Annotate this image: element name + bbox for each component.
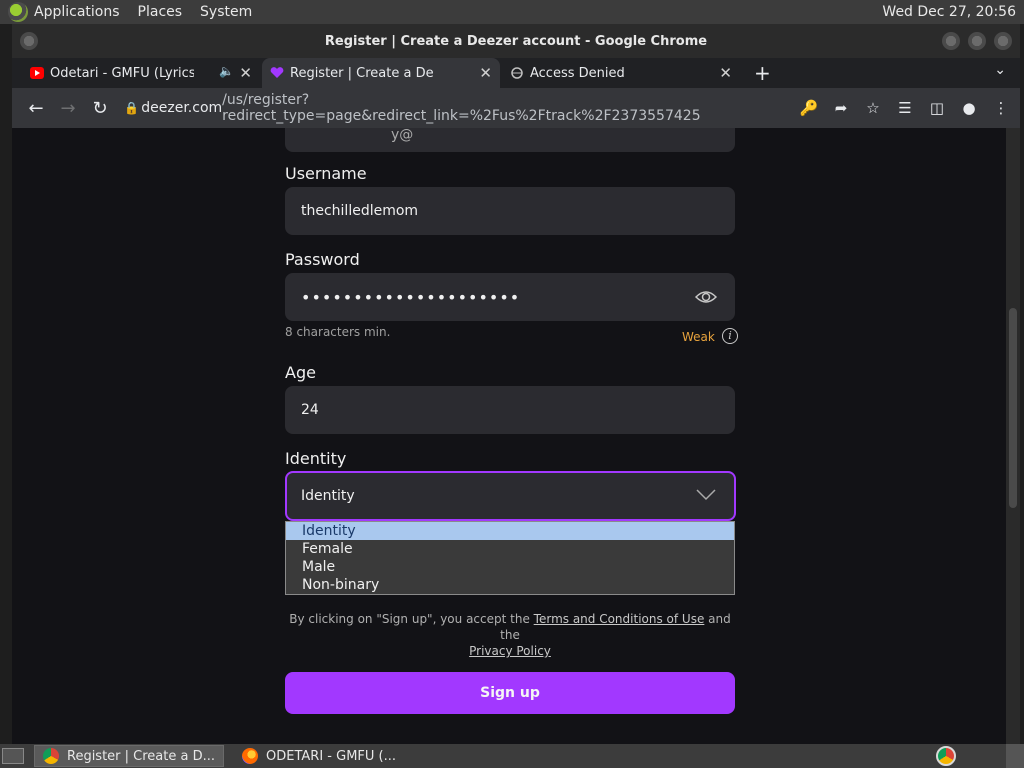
identity-label: Identity: [285, 449, 347, 468]
terms-prefix: By clicking on "Sign up", you accept the: [289, 612, 530, 626]
option-non-binary[interactable]: Non-binary: [286, 576, 734, 594]
eye-icon[interactable]: [695, 287, 717, 307]
age-input[interactable]: 24: [285, 386, 735, 434]
terms-text: By clicking on "Sign up", you accept the…: [285, 611, 735, 659]
url-host: deezer.com: [141, 100, 223, 116]
key-icon[interactable]: 🔑: [796, 92, 822, 124]
identity-select[interactable]: Identity: [285, 471, 736, 521]
tab-title: Access Denied: [530, 65, 625, 81]
password-label: Password: [285, 250, 360, 269]
lock-icon[interactable]: 🔒: [124, 101, 141, 115]
deezer-heart-icon: [270, 67, 284, 78]
age-label: Age: [285, 363, 316, 382]
tab-search-chevron-icon[interactable]: ⌄: [994, 62, 1006, 78]
side-panel-icon[interactable]: ◫: [924, 92, 950, 124]
toolbar: ← → ↻ 🔒 deezer.com/us/register?redirect_…: [12, 88, 1020, 128]
taskbar: Register | Create a D... ODETARI - GMFU …: [0, 744, 1024, 768]
title-bar: Register | Create a Deezer account - Goo…: [12, 24, 1020, 58]
tab-title: Odetari - GMFU (Lyrics) ft: [50, 65, 194, 81]
profile-icon[interactable]: ●: [956, 92, 982, 124]
close-icon[interactable]: ✕: [479, 64, 492, 82]
task-label: Register | Create a D...: [67, 748, 216, 764]
tab-youtube[interactable]: Odetari - GMFU (Lyrics) ft 🔈 ✕: [22, 58, 260, 88]
chrome-icon: [43, 748, 59, 764]
maximize-button[interactable]: [968, 32, 986, 50]
bookmark-star-icon[interactable]: ☆: [860, 92, 886, 124]
minimize-button[interactable]: [942, 32, 960, 50]
new-tab-button[interactable]: +: [754, 61, 771, 85]
address-bar[interactable]: 🔒 deezer.com/us/register?redirect_type=p…: [124, 92, 764, 124]
more-menu-icon[interactable]: ⋮: [988, 92, 1014, 124]
chrome-window: Register | Create a Deezer account - Goo…: [12, 24, 1020, 744]
terms-link[interactable]: Terms and Conditions of Use: [534, 612, 705, 626]
task-firefox[interactable]: ODETARI - GMFU (...: [234, 745, 404, 767]
firefox-icon: [242, 748, 259, 764]
option-female[interactable]: Female: [286, 540, 734, 558]
age-value: 24: [301, 402, 319, 418]
task-label: ODETARI - GMFU (...: [266, 748, 397, 764]
window-menu-icon[interactable]: [20, 32, 38, 50]
password-value: •••••••••••••••••••••: [301, 287, 521, 307]
top-panel: Applications Places System Wed Dec 27, 2…: [0, 0, 1024, 24]
reload-button[interactable]: ↻: [84, 92, 116, 124]
clock[interactable]: Wed Dec 27, 20:56: [882, 4, 1016, 20]
globe-icon: [511, 67, 523, 79]
media-controls-icon[interactable]: ☰: [892, 92, 918, 124]
youtube-icon: [30, 67, 44, 79]
url-path: /us/register?redirect_type=page&redirect…: [222, 92, 701, 124]
tab-strip: Odetari - GMFU (Lyrics) ft 🔈 ✕ Register …: [12, 58, 1020, 88]
menu-places[interactable]: Places: [138, 4, 183, 20]
username-label: Username: [285, 164, 367, 183]
speaker-icon[interactable]: 🔈: [219, 64, 234, 78]
close-window-button[interactable]: [994, 32, 1012, 50]
password-input[interactable]: •••••••••••••••••••••: [285, 273, 735, 321]
chevron-down-icon: [696, 489, 716, 501]
menu-applications[interactable]: Applications: [34, 4, 120, 20]
task-chrome[interactable]: Register | Create a D...: [34, 745, 225, 767]
back-button[interactable]: ←: [20, 92, 52, 124]
email-input[interactable]: y@: [285, 128, 735, 152]
tray-chrome-icon[interactable]: [936, 746, 956, 766]
distro-logo-icon[interactable]: [8, 2, 28, 22]
page-scrollbar[interactable]: [1006, 128, 1020, 744]
menu-system[interactable]: System: [200, 4, 252, 20]
password-hint: 8 characters min.: [285, 325, 391, 339]
forward-button[interactable]: →: [52, 92, 84, 124]
tray-workspace-icon[interactable]: [1006, 744, 1024, 768]
signup-button[interactable]: Sign up: [285, 672, 735, 714]
identity-value: Identity: [301, 488, 355, 504]
close-icon[interactable]: ✕: [239, 64, 252, 82]
email-value: y@: [391, 128, 414, 143]
page-viewport: y@ Username thechilledlemom Password •••…: [12, 128, 1006, 744]
username-value: thechilledlemom: [301, 203, 419, 219]
scrollbar-thumb[interactable]: [1009, 308, 1017, 508]
tab-title: Register | Create a Deezer acc: [290, 65, 434, 81]
share-icon[interactable]: ➦: [828, 92, 854, 124]
window-title: Register | Create a Deezer account - Goo…: [324, 33, 708, 49]
password-strength: Weak: [682, 330, 715, 344]
option-male[interactable]: Male: [286, 558, 734, 576]
tab-deezer-register[interactable]: Register | Create a Deezer acc ✕: [262, 58, 500, 88]
tab-access-denied[interactable]: Access Denied ✕: [502, 58, 740, 88]
info-icon[interactable]: i: [722, 328, 738, 344]
close-icon[interactable]: ✕: [719, 64, 732, 82]
privacy-link[interactable]: Privacy Policy: [469, 644, 551, 658]
option-identity[interactable]: Identity: [286, 522, 734, 540]
show-desktop-icon[interactable]: [2, 748, 24, 764]
username-input[interactable]: thechilledlemom: [285, 187, 735, 235]
identity-dropdown-list: Identity Female Male Non-binary: [285, 521, 735, 595]
